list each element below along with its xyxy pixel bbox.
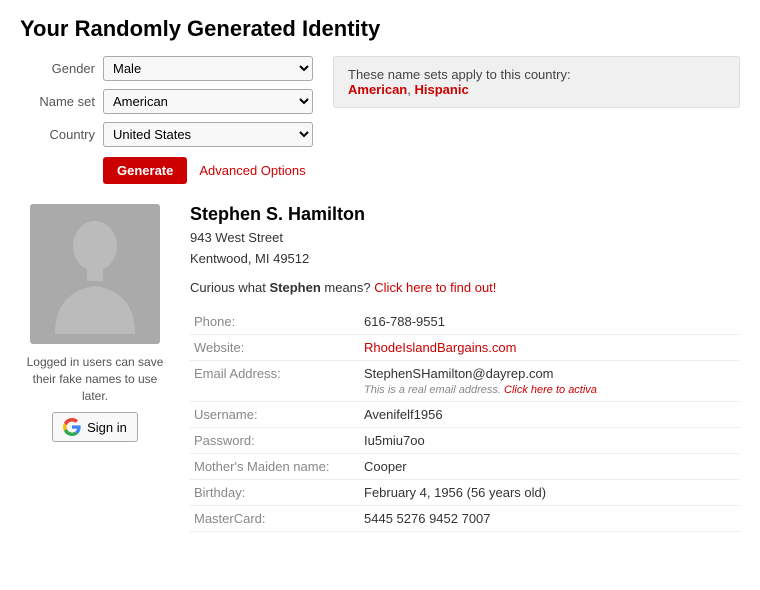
avatar-silhouette — [45, 214, 145, 334]
gender-label: Gender — [20, 61, 95, 76]
label-website: Website: — [190, 334, 360, 360]
name-meaning: Curious what Stephen means? Click here t… — [190, 280, 740, 295]
value-website: RhodeIslandBargains.com — [360, 334, 740, 360]
label-phone: Phone: — [190, 309, 360, 335]
profile-section: Logged in users can save their fake name… — [20, 204, 740, 532]
name-set-hispanic[interactable]: Hispanic — [414, 82, 468, 97]
name-meaning-prefix: Curious what — [190, 280, 269, 295]
name-bold: Stephen — [269, 280, 320, 295]
gender-row: Gender Male Female — [20, 56, 313, 81]
table-row: MasterCard: 5445 5276 9452 7007 — [190, 505, 740, 531]
name-set-american[interactable]: American — [348, 82, 407, 97]
country-row: Country United States United Kingdom Can… — [20, 122, 313, 147]
form-area: Gender Male Female Name set American His… — [20, 56, 313, 184]
google-icon — [63, 418, 81, 436]
advanced-options-link[interactable]: Advanced Options — [199, 163, 305, 178]
label-username: Username: — [190, 401, 360, 427]
address-line1: 943 West Street — [190, 230, 283, 245]
signin-button[interactable]: Sign in — [52, 412, 138, 442]
details-table: Phone: 616-788-9551 Website: RhodeIsland… — [190, 309, 740, 532]
page-title: Your Randomly Generated Identity — [20, 16, 740, 42]
label-birthday: Birthday: — [190, 479, 360, 505]
website-link[interactable]: RhodeIslandBargains.com — [364, 340, 516, 355]
profile-full-name: Stephen S. Hamilton — [190, 204, 740, 225]
table-row: Birthday: February 4, 1956 (56 years old… — [190, 479, 740, 505]
action-row: Generate Advanced Options — [103, 157, 313, 184]
generate-button[interactable]: Generate — [103, 157, 187, 184]
email-activate-link[interactable]: Click here to activa — [504, 384, 597, 396]
value-maiden-name: Cooper — [360, 453, 740, 479]
value-birthday: February 4, 1956 (56 years old) — [360, 479, 740, 505]
address-line2: Kentwood, MI 49512 — [190, 251, 309, 266]
login-note: Logged in users can save their fake name… — [20, 354, 170, 404]
table-row: Password: Iu5miu7oo — [190, 427, 740, 453]
table-row: Phone: 616-788-9551 — [190, 309, 740, 335]
table-row: Email Address: StephenSHamilton@dayrep.c… — [190, 360, 740, 401]
signin-label: Sign in — [87, 420, 127, 435]
label-mastercard: MasterCard: — [190, 505, 360, 531]
name-meaning-link[interactable]: Click here to find out! — [374, 280, 496, 295]
name-sets-box: These name sets apply to this country: A… — [333, 56, 740, 108]
name-meaning-suffix: means? — [321, 280, 371, 295]
label-password: Password: — [190, 427, 360, 453]
table-row: Username: Avenifelf1956 — [190, 401, 740, 427]
right-column: Stephen S. Hamilton 943 West Street Kent… — [190, 204, 740, 532]
value-mastercard: 5445 5276 9452 7007 — [360, 505, 740, 531]
value-password: Iu5miu7oo — [360, 427, 740, 453]
country-select[interactable]: United States United Kingdom Canada Aust… — [103, 122, 313, 147]
nameset-label: Name set — [20, 94, 95, 109]
country-label: Country — [20, 127, 95, 142]
value-email: StephenSHamilton@dayrep.com This is a re… — [360, 360, 740, 401]
nameset-select[interactable]: American Hispanic Chinese Japanese Frenc… — [103, 89, 313, 114]
name-sets-text: These name sets apply to this country: — [348, 67, 571, 82]
email-note: This is a real email address. Click here… — [364, 384, 597, 396]
label-maiden-name: Mother's Maiden name: — [190, 453, 360, 479]
value-username: Avenifelf1956 — [360, 401, 740, 427]
value-phone: 616-788-9551 — [360, 309, 740, 335]
nameset-row: Name set American Hispanic Chinese Japan… — [20, 89, 313, 114]
top-section: Gender Male Female Name set American His… — [20, 56, 740, 184]
table-row: Website: RhodeIslandBargains.com — [190, 334, 740, 360]
avatar — [30, 204, 160, 344]
label-email: Email Address: — [190, 360, 360, 401]
profile-address: 943 West Street Kentwood, MI 49512 — [190, 228, 740, 270]
gender-select[interactable]: Male Female — [103, 56, 313, 81]
left-column: Logged in users can save their fake name… — [20, 204, 170, 532]
table-row: Mother's Maiden name: Cooper — [190, 453, 740, 479]
